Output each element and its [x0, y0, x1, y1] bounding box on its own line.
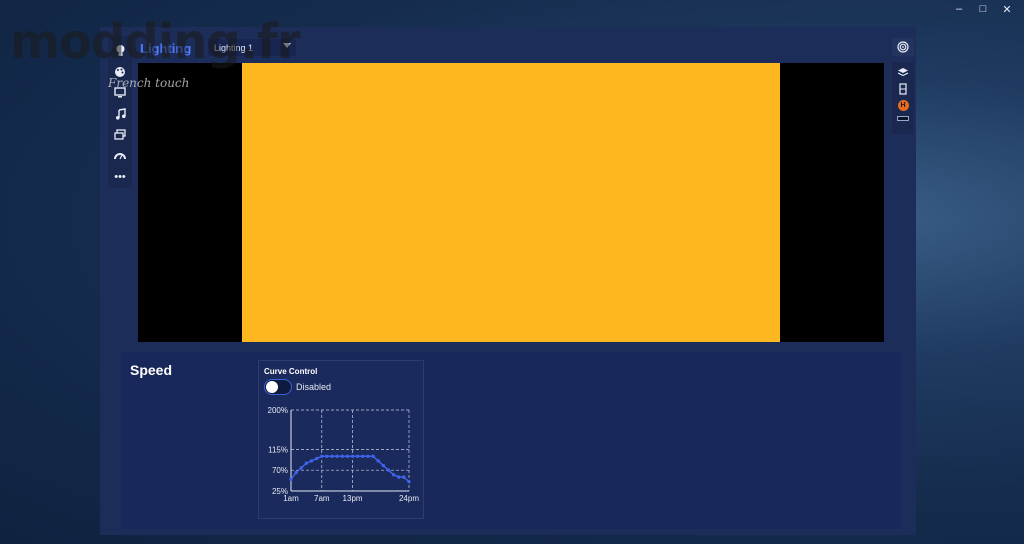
speed-curve-chart[interactable]: 200%115%70%25%1am 7am 13pm 24pm — [259, 361, 425, 520]
x-tick-label: 13pm — [343, 494, 363, 503]
curve-point — [320, 454, 324, 458]
curve-point — [309, 459, 314, 463]
window-controls: – □ ✕ — [954, 3, 1012, 16]
curve-point — [355, 454, 360, 458]
spiral-icon[interactable] — [892, 38, 914, 56]
watermark: modding.fr French touch — [10, 14, 300, 90]
curve-point — [407, 480, 411, 484]
curve-point — [289, 477, 293, 482]
device-icon[interactable] — [896, 83, 910, 95]
layers-icon[interactable] — [896, 66, 910, 78]
speed-title: Speed — [130, 362, 173, 378]
close-button[interactable]: ✕ — [1002, 3, 1012, 16]
y-tick-label: 115% — [268, 445, 288, 454]
gauge-icon[interactable] — [110, 145, 130, 166]
curve-point — [350, 454, 355, 458]
curve-point — [386, 468, 391, 472]
speed-section — [121, 352, 901, 529]
curve-point — [314, 456, 319, 461]
watermark-brand: modding.fr — [10, 14, 300, 70]
slot-icon[interactable] — [897, 116, 909, 121]
device-list: H — [892, 62, 914, 134]
curve-point — [391, 473, 396, 477]
curve-point — [381, 463, 386, 468]
curve-point — [294, 470, 298, 475]
curve-point — [340, 454, 345, 458]
right-toolbar: H — [892, 38, 914, 134]
curve-point — [361, 454, 365, 458]
watermark-tagline: French touch — [108, 76, 190, 90]
curve-point — [330, 454, 334, 458]
preview-color-area — [242, 63, 780, 342]
maximize-button[interactable]: □ — [978, 3, 988, 16]
x-tick-label: 24pm — [399, 494, 419, 503]
curve-point — [376, 459, 380, 463]
curve-point — [397, 475, 401, 479]
curve-point — [366, 454, 370, 458]
more-icon[interactable]: ••• — [110, 166, 130, 187]
curve-control-panel: Curve Control Disabled 200% 115% 70% 25% 1am… — [258, 360, 424, 519]
curve-point — [402, 475, 406, 479]
curve-point — [345, 454, 350, 458]
minimize-button[interactable]: – — [954, 3, 964, 16]
curve-line — [290, 455, 410, 483]
h-badge-icon[interactable]: H — [897, 100, 909, 111]
music-icon[interactable] — [110, 103, 130, 124]
x-tick-label: 7am — [314, 494, 330, 503]
gallery-icon[interactable] — [110, 124, 130, 145]
curve-point — [299, 466, 303, 470]
x-tick-label: 1am — [283, 494, 299, 503]
y-tick-label: 200% — [268, 406, 288, 415]
lighting-preview[interactable] — [138, 63, 884, 342]
curve-point — [325, 454, 329, 458]
curve-point — [335, 454, 339, 458]
y-tick-label: 70% — [272, 466, 288, 475]
curve-point — [304, 461, 309, 465]
curve-point — [371, 454, 375, 458]
